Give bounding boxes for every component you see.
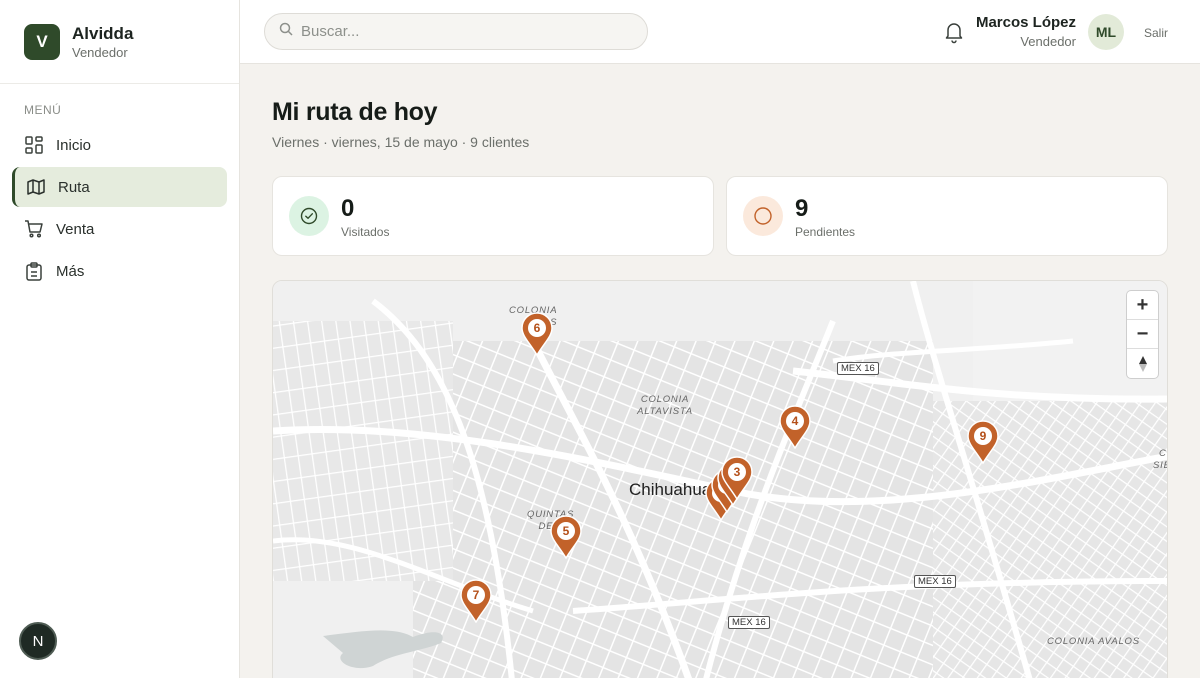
zoom-out-button[interactable]: − [1127,320,1158,349]
map-label: COLONIA AVALOS [1047,636,1140,647]
route-map[interactable]: COLONIA AS COLONIA ALTAVISTA QUINTAS DEL… [272,280,1168,678]
zoom-controls: + − [1127,291,1158,378]
grid-icon [24,135,44,155]
brand-name: Alvidda [72,23,134,43]
cart-icon [24,219,44,239]
pin-number: 5 [562,524,570,538]
sidebar-item-label: Más [56,262,85,280]
map-pin-3[interactable]: 3 [719,456,755,500]
stat-label: Visitados [341,225,390,239]
brand-logo[interactable]: V [24,23,60,60]
page-title: Mi ruta de hoy [272,98,438,126]
map-pin-6[interactable]: 6 [519,312,555,356]
sidebar-item-venta[interactable]: Venta [12,209,227,249]
clipboard-icon [24,261,44,281]
map-label: SIE [1153,460,1167,471]
bell-icon[interactable] [942,20,966,44]
pin-number: 9 [979,429,987,443]
zoom-in-button[interactable]: + [1127,291,1158,320]
sidebar-item-inicio[interactable]: Inicio [12,125,227,165]
user-role: Vendedor [1020,34,1076,49]
avatar[interactable]: ML [1088,14,1124,50]
stat-card-visited: 0 Visitados [272,176,714,256]
pin-number: 6 [533,321,541,335]
user-name: Marcos López [975,14,1076,31]
map-icon [26,177,46,197]
pin-number: 4 [791,414,799,428]
map-pin-7[interactable]: 7 [458,579,494,623]
brand: V Alvidda Vendedor [0,0,239,84]
highway-shield: MEX 16 [837,362,879,375]
top-header: Marcos López Vendedor ML Salir [240,0,1200,64]
sidebar: V Alvidda Vendedor MENÚ Inicio Ruta Vent… [0,0,240,678]
sidebar-item-ruta[interactable]: Ruta [12,167,227,207]
circle-icon [743,196,783,236]
highway-shield: MEX 16 [914,575,956,588]
stat-card-pending: 9 Pendientes [726,176,1168,256]
sidebar-menu: Inicio Ruta Venta Más [12,125,227,293]
stat-value: 0 [341,195,355,222]
map-label: C [1159,448,1167,459]
page-subtitle: Viernes · viernes, 15 de mayo · 9 client… [272,134,530,150]
sidebar-item-label: Ruta [58,178,90,196]
search-box[interactable] [264,13,648,50]
map-pin-9[interactable]: 9 [965,420,1001,464]
compass-reset-button[interactable] [1127,349,1158,378]
check-circle-icon [289,196,329,236]
stat-value: 9 [795,195,809,222]
dev-badge[interactable]: N [19,622,57,660]
menu-label: MENÚ [24,103,62,117]
highway-shield: MEX 16 [728,616,770,629]
brand-role: Vendedor [72,44,128,60]
user-info: Marcos López Vendedor [976,14,1076,49]
compass-icon [1138,355,1147,372]
search-input[interactable] [301,23,621,40]
search-icon [279,22,293,41]
city-name: Chihuahua [629,480,712,499]
map-pin-4[interactable]: 4 [777,405,813,449]
map-label: COLONIA ALTAVISTA [637,394,693,417]
pin-number: 7 [472,588,480,602]
logout-button[interactable]: Salir [1144,26,1168,40]
sidebar-item-mas[interactable]: Más [12,251,227,291]
sidebar-item-label: Inicio [56,136,92,154]
map-pin-5[interactable]: 5 [548,515,584,559]
sidebar-item-label: Venta [56,220,95,238]
pin-number: 3 [733,465,741,479]
stat-label: Pendientes [795,225,856,239]
